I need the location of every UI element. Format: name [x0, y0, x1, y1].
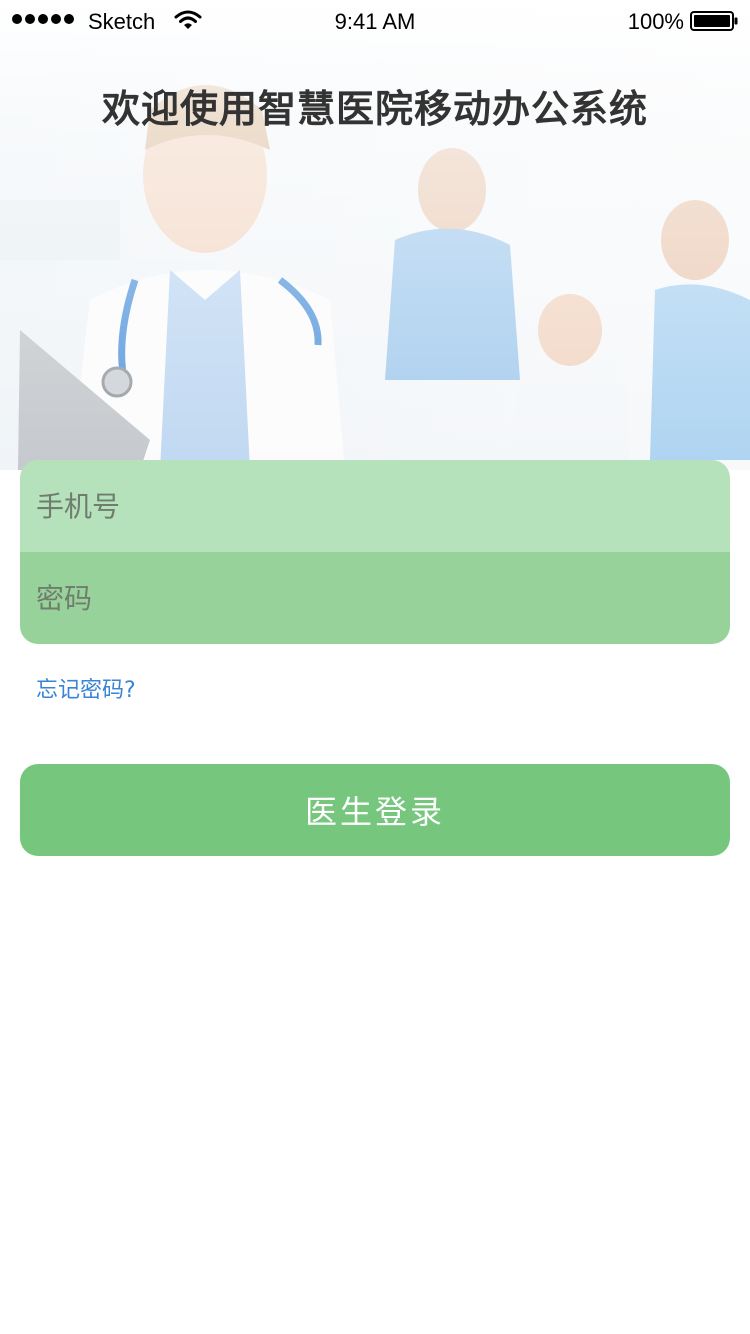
phone-input[interactable] — [20, 460, 730, 552]
hero-background-image — [0, 0, 750, 470]
password-input[interactable] — [20, 552, 730, 644]
page-title: 欢迎使用智慧医院移动办公系统 — [101, 87, 648, 131]
forgot-password-link[interactable]: 忘记密码? — [36, 672, 136, 704]
login-screen: Sketch 9:41 AM 100% 欢迎使用智慧医院移动办公系统 忘记密码?… — [0, 0, 750, 1334]
doctor-login-button[interactable]: 医生登录 — [20, 764, 730, 856]
login-form — [20, 460, 730, 644]
status-bar: Sketch 9:41 AM 100% — [0, 0, 750, 40]
phone-field-container — [20, 460, 730, 552]
battery-percentage: 100% — [627, 9, 684, 34]
battery-icon — [690, 11, 738, 31]
password-field-container — [20, 552, 730, 644]
